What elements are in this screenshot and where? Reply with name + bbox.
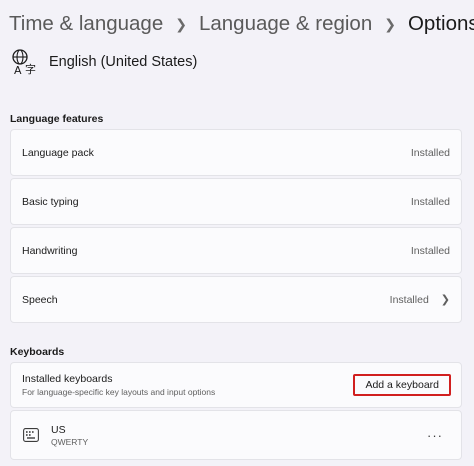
keyboard-icon — [23, 428, 39, 442]
keyboard-name: US — [51, 423, 66, 436]
feature-card-language-pack[interactable]: Language pack Installed — [10, 129, 462, 176]
feature-card-speech[interactable]: Speech Installed ❯ — [10, 276, 462, 323]
section-title-keyboards: Keyboards — [10, 346, 65, 358]
section-title-language-features: Language features — [10, 113, 104, 125]
keyboard-layout: QWERTY — [51, 436, 89, 447]
breadcrumb-language-region[interactable]: Language & region — [199, 12, 372, 36]
chevron-right-icon: ❯ — [175, 15, 187, 32]
language-name: English (United States) — [49, 54, 198, 70]
installed-keyboards-card: Installed keyboards For language-specifi… — [10, 362, 462, 408]
keyboard-item-us: US QWERTY ··· — [10, 410, 462, 460]
page-title: Options — [407, 12, 474, 35]
feature-card-handwriting[interactable]: Handwriting Installed — [10, 227, 462, 274]
add-keyboard-button[interactable]: Add a keyboard — [353, 374, 451, 396]
more-options-icon[interactable]: ··· — [427, 428, 443, 443]
feature-label: Handwriting — [22, 244, 78, 257]
language-header: A 字 English (United States) — [10, 46, 197, 78]
breadcrumb: Time & language ❯ Language & region ❯ Op… — [9, 9, 474, 39]
chevron-right-icon: ❯ — [384, 15, 396, 32]
status-text: Installed — [389, 293, 429, 306]
svg-text:A: A — [14, 64, 22, 77]
feature-label: Language pack — [22, 146, 94, 159]
feature-label: Speech — [22, 293, 58, 306]
installed-keyboards-title: Installed keyboards — [22, 373, 113, 385]
breadcrumb-time-language[interactable]: Time & language — [9, 12, 163, 36]
language-icon: A 字 — [12, 49, 36, 77]
installed-keyboards-subtitle: For language-specific key layouts and in… — [22, 387, 216, 397]
feature-card-basic-typing[interactable]: Basic typing Installed — [10, 178, 462, 225]
status-text: Installed — [410, 195, 450, 208]
status-text: Installed — [410, 146, 450, 159]
feature-label: Basic typing — [22, 195, 79, 208]
chevron-right-icon: ❯ — [440, 294, 450, 306]
status-text: Installed — [410, 244, 450, 257]
svg-text:字: 字 — [25, 62, 36, 76]
